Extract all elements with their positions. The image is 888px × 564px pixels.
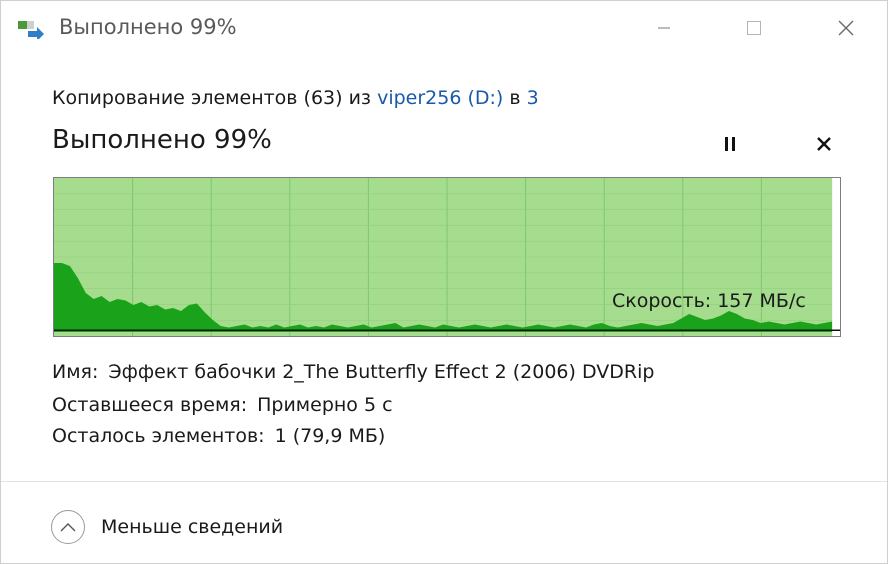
copy-prefix: Копирование элементов (63) из <box>52 87 372 109</box>
speed-graph: Скорость: 157 МБ/с <box>53 177 841 337</box>
copy-middle: в <box>509 87 521 109</box>
minimize-button[interactable] <box>641 9 687 47</box>
title-bar[interactable]: Выполнено 99% <box>1 1 887 57</box>
fewer-details-button[interactable]: Меньше сведений <box>51 508 283 546</box>
separator <box>1 481 887 482</box>
time-remaining-row: Оставшееся время: Примерно 5 с <box>52 394 393 416</box>
copy-progress-icon <box>18 19 46 41</box>
minimize-icon <box>658 27 670 29</box>
speed-graph-canvas <box>54 178 840 336</box>
items-label: Осталось элементов: <box>52 425 265 447</box>
file-name-row: Имя: Эффект бабочки 2_The Butterfly Effec… <box>52 361 654 383</box>
window-title: Выполнено 99% <box>59 15 237 39</box>
speed-label: Скорость: 157 МБ/с <box>612 290 806 312</box>
items-value: 1 (79,9 МБ) <box>274 425 386 447</box>
time-value: Примерно 5 с <box>257 394 393 416</box>
close-icon <box>838 20 854 36</box>
name-value: Эффект бабочки 2_The Butterfly Effect 2 … <box>108 361 655 383</box>
maximize-button[interactable] <box>731 9 777 47</box>
stop-button[interactable] <box>807 129 841 159</box>
source-link[interactable]: viper256 (D:) <box>377 87 503 109</box>
close-window-button[interactable] <box>823 9 869 47</box>
time-label: Оставшееся время: <box>52 394 248 416</box>
progress-heading: Выполнено 99% <box>52 125 272 155</box>
destination-link[interactable]: 3 <box>527 87 539 109</box>
maximize-icon <box>747 21 761 35</box>
name-label: Имя: <box>52 361 99 383</box>
copy-description: Копирование элементов (63) из viper256 (… <box>52 87 539 109</box>
fewer-details-label: Меньше сведений <box>101 516 284 538</box>
chevron-up-icon[interactable] <box>51 510 85 544</box>
items-remaining-row: Осталось элементов: 1 (79,9 МБ) <box>52 425 385 447</box>
copy-progress-dialog: Выполнено 99% Копирование элементов (63)… <box>0 0 888 564</box>
pause-icon <box>725 137 735 151</box>
pause-button[interactable] <box>713 129 747 159</box>
stop-icon <box>817 137 831 151</box>
